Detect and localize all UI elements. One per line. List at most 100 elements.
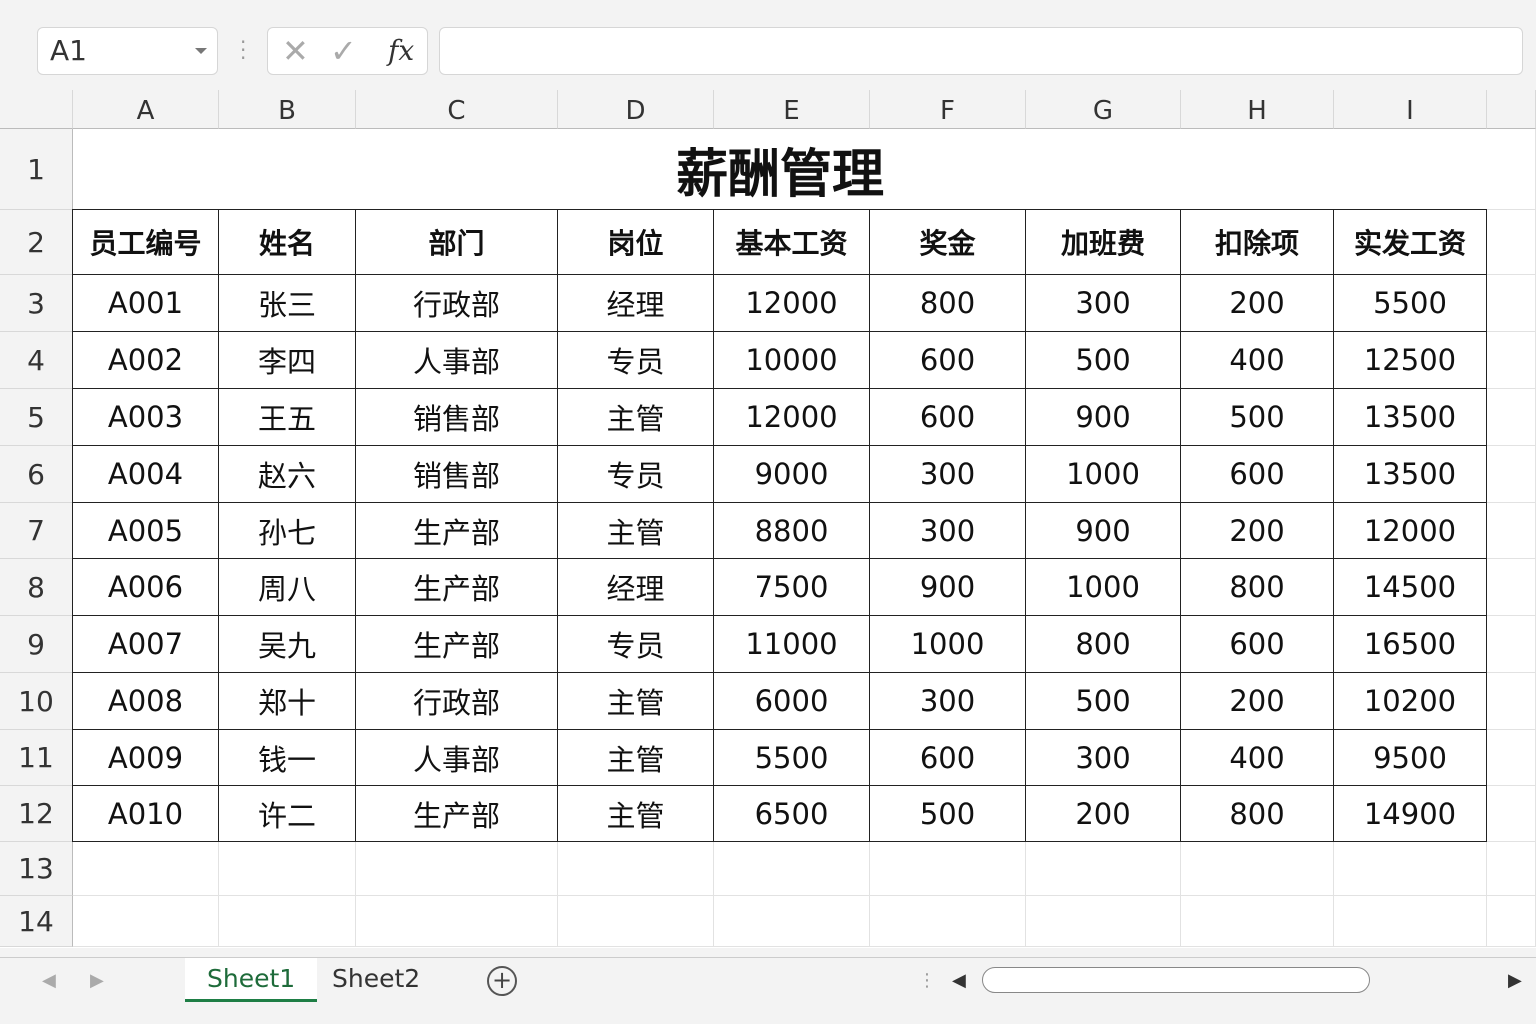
table-cell[interactable]: 300 [1025, 729, 1181, 786]
row-header-11[interactable]: 11 [0, 730, 73, 786]
cell[interactable] [1487, 446, 1536, 503]
table-cell[interactable]: 800 [1025, 615, 1181, 673]
row-header-12[interactable]: 12 [0, 786, 73, 842]
table-cell[interactable]: 10000 [713, 331, 870, 389]
row-header-13[interactable]: 13 [0, 842, 73, 896]
table-cell[interactable]: A007 [72, 615, 219, 673]
fx-icon[interactable]: fx [388, 34, 414, 67]
table-cell[interactable]: 200 [1180, 274, 1334, 332]
table-cell[interactable]: 7500 [713, 558, 870, 616]
cell[interactable] [1487, 210, 1536, 275]
table-cell[interactable]: 赵六 [218, 445, 356, 503]
drag-handle-icon[interactable]: · · · [240, 32, 246, 68]
table-cell[interactable]: 5500 [1333, 274, 1487, 332]
table-cell[interactable]: 6500 [713, 785, 870, 842]
table-cell[interactable]: 800 [869, 274, 1026, 332]
select-all-corner[interactable] [0, 90, 73, 129]
table-cell[interactable]: 11000 [713, 615, 870, 673]
row-header-8[interactable]: 8 [0, 559, 73, 616]
cell[interactable] [870, 842, 1026, 896]
header-cell[interactable]: 姓名 [218, 209, 356, 275]
cell[interactable] [1487, 730, 1536, 786]
table-cell[interactable]: 600 [1180, 445, 1334, 503]
header-cell[interactable]: 员工编号 [72, 209, 219, 275]
row-header-7[interactable]: 7 [0, 503, 73, 559]
row-header-9[interactable]: 9 [0, 616, 73, 673]
table-cell[interactable]: A008 [72, 672, 219, 730]
spreadsheet-grid[interactable]: A B C D E F G H I 1 2 3 4 5 6 7 8 9 10 11 12 13 14 薪酬管理 员工编号 姓名 部门… [0, 90, 1536, 948]
table-cell[interactable]: 12000 [713, 388, 870, 446]
table-cell[interactable]: 主管 [557, 785, 714, 842]
row-header-1[interactable]: 1 [0, 129, 73, 210]
table-cell[interactable]: 生产部 [355, 558, 558, 616]
cell[interactable] [1487, 389, 1536, 446]
table-cell[interactable]: 孙七 [218, 502, 356, 559]
cell[interactable] [73, 896, 219, 947]
table-cell[interactable]: 200 [1180, 672, 1334, 730]
column-header-empty[interactable] [1487, 90, 1536, 129]
row-header-6[interactable]: 6 [0, 446, 73, 503]
table-cell[interactable]: 500 [869, 785, 1026, 842]
row-header-4[interactable]: 4 [0, 332, 73, 389]
cell[interactable] [1181, 842, 1334, 896]
table-cell[interactable]: A004 [72, 445, 219, 503]
column-header-I[interactable]: I [1334, 90, 1487, 129]
table-cell[interactable]: 500 [1025, 331, 1181, 389]
row-header-14[interactable]: 14 [0, 896, 73, 947]
table-cell[interactable]: 8800 [713, 502, 870, 559]
table-cell[interactable]: 200 [1180, 502, 1334, 559]
row-header-2[interactable]: 2 [0, 210, 73, 275]
cell[interactable] [1181, 896, 1334, 947]
table-cell[interactable]: 300 [869, 502, 1026, 559]
table-cell[interactable]: 吴九 [218, 615, 356, 673]
row-header-3[interactable]: 3 [0, 275, 73, 332]
table-cell[interactable]: 郑十 [218, 672, 356, 730]
table-cell[interactable]: 12000 [713, 274, 870, 332]
table-cell[interactable]: 1000 [1025, 445, 1181, 503]
table-cell[interactable]: 行政部 [355, 672, 558, 730]
table-cell[interactable]: A006 [72, 558, 219, 616]
table-cell[interactable]: 许二 [218, 785, 356, 842]
table-cell[interactable]: A009 [72, 729, 219, 786]
sheet-tab-sheet1[interactable]: Sheet1 [185, 958, 318, 1002]
check-icon[interactable]: ✓ [330, 32, 357, 70]
table-cell[interactable]: 400 [1180, 331, 1334, 389]
table-cell[interactable]: 16500 [1333, 615, 1487, 673]
cell[interactable] [714, 896, 870, 947]
name-box[interactable]: A1 [37, 27, 218, 75]
table-cell[interactable]: 主管 [557, 388, 714, 446]
cell[interactable] [714, 842, 870, 896]
column-header-B[interactable]: B [219, 90, 356, 129]
table-cell[interactable]: 500 [1180, 388, 1334, 446]
table-cell[interactable]: 600 [869, 388, 1026, 446]
horizontal-scrollbar[interactable] [982, 967, 1370, 993]
cell[interactable] [558, 842, 714, 896]
header-cell[interactable]: 实发工资 [1333, 209, 1487, 275]
header-cell[interactable]: 部门 [355, 209, 558, 275]
cell[interactable] [1487, 896, 1536, 947]
cell[interactable] [558, 896, 714, 947]
row-header-10[interactable]: 10 [0, 673, 73, 730]
table-cell[interactable]: 人事部 [355, 729, 558, 786]
column-header-D[interactable]: D [558, 90, 714, 129]
table-cell[interactable]: 李四 [218, 331, 356, 389]
table-cell[interactable]: 300 [869, 445, 1026, 503]
column-header-A[interactable]: A [73, 90, 219, 129]
chevron-down-icon[interactable] [195, 48, 207, 54]
table-cell[interactable]: 600 [869, 331, 1026, 389]
table-cell[interactable]: 专员 [557, 615, 714, 673]
table-cell[interactable]: 400 [1180, 729, 1334, 786]
cell[interactable] [356, 842, 558, 896]
cell[interactable] [1487, 332, 1536, 389]
scroll-left-icon[interactable]: ◀ [952, 970, 966, 991]
cell[interactable] [356, 896, 558, 947]
table-cell[interactable]: 9000 [713, 445, 870, 503]
column-header-G[interactable]: G [1026, 90, 1181, 129]
table-cell[interactable]: A005 [72, 502, 219, 559]
table-cell[interactable]: 12000 [1333, 502, 1487, 559]
cell[interactable] [219, 842, 356, 896]
header-cell[interactable]: 基本工资 [713, 209, 870, 275]
table-cell[interactable]: 200 [1025, 785, 1181, 842]
header-cell[interactable]: 扣除项 [1180, 209, 1334, 275]
cell[interactable] [219, 896, 356, 947]
